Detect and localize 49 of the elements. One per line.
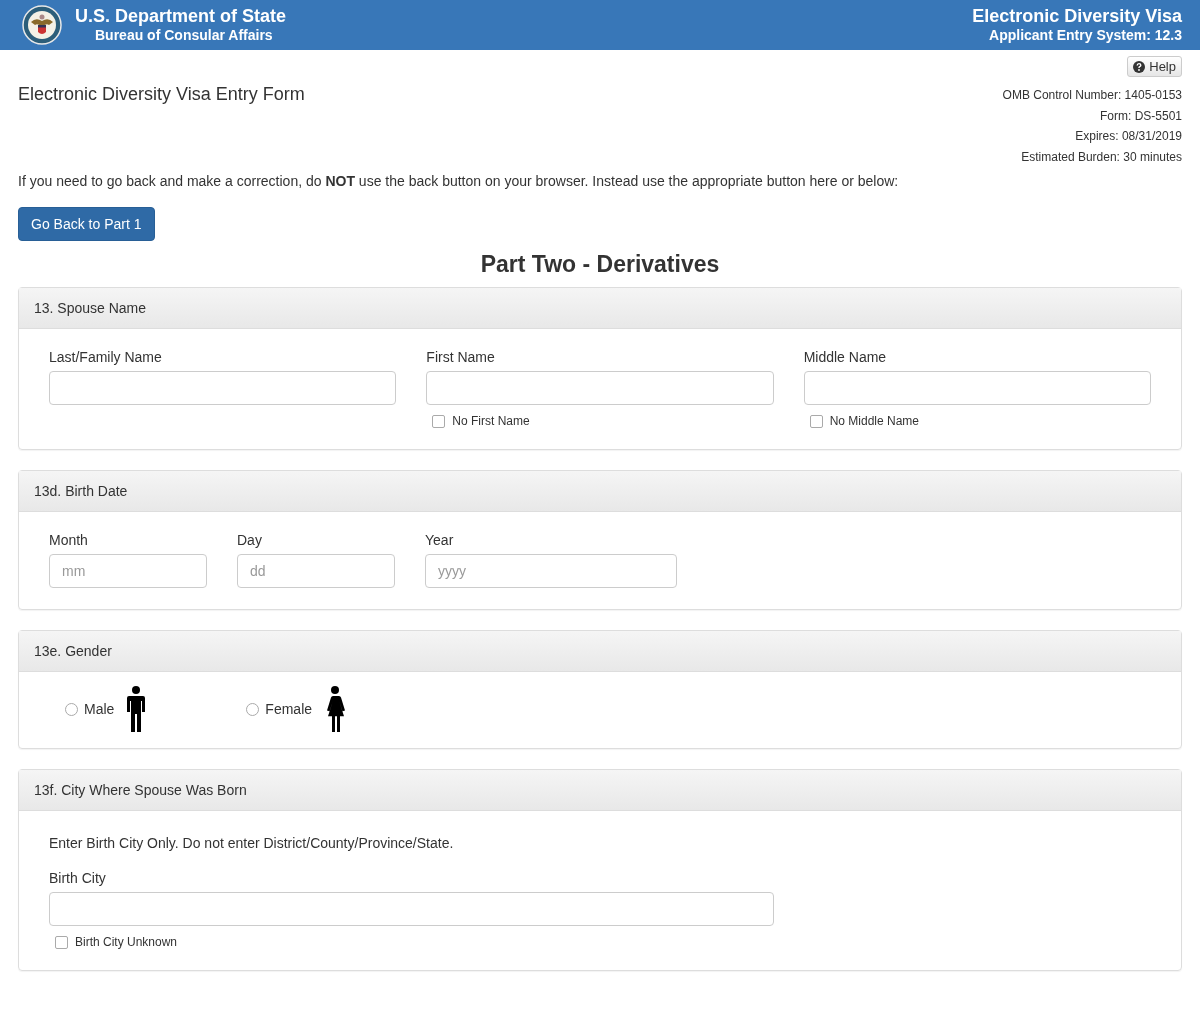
checkbox-option[interactable]: Birth City Unknown (49, 935, 178, 949)
input-field[interactable] (49, 892, 774, 926)
form-info-text: Estimated Burden: 30 minutes (1021, 148, 1182, 166)
form-info-text: Expires: 08/31/2019 (1075, 128, 1182, 145)
field-label: Middle Name (803, 349, 888, 365)
part-title: Part Two - Derivatives (479, 251, 721, 278)
field-label: Last/Family Name (49, 349, 163, 365)
checkbox-label: No First Name (452, 414, 530, 428)
input-field[interactable]: yyyy (425, 554, 677, 588)
notice-text: If you need to go back and make a correction, do NOT use the back button on your browser. Instead use the appropriate button here or below: (18, 173, 900, 189)
input-field[interactable]: mm (49, 554, 207, 588)
system-title: Electronic Diversity Visa (972, 6, 1182, 27)
checkbox[interactable] (55, 935, 68, 949)
input-field[interactable] (803, 371, 1151, 405)
man-icon (126, 686, 147, 732)
radio-label: Female (265, 701, 313, 717)
input-field[interactable]: dd (237, 554, 395, 588)
input-field[interactable] (426, 371, 774, 405)
radio-button[interactable] (246, 702, 260, 716)
section-heading: 13f. City Where Spouse Was Born (19, 770, 1181, 811)
checkbox-label: Birth City Unknown (75, 935, 178, 949)
checkbox-label: No Middle Name (829, 414, 920, 428)
field-label: Year (425, 532, 455, 548)
field-label: Birth City (49, 870, 107, 886)
radio-label: Male (84, 701, 115, 717)
field-label: Day (237, 532, 263, 548)
field-label: Month (49, 532, 89, 548)
department-title: U.S. Department of State (75, 6, 287, 27)
form-title: Electronic Diversity Visa Entry Form (18, 84, 305, 106)
form-info-text: Form: DS-5501 (1099, 107, 1182, 125)
field-label: First Name (426, 349, 496, 365)
system-version: Applicant Entry System: 12.3 (988, 27, 1182, 44)
radio-button[interactable] (65, 702, 78, 716)
section-heading: 13e. Gender (19, 631, 1181, 672)
checkbox-option[interactable]: No Middle Name (803, 414, 920, 428)
form-info-text: OMB Control Number: 1405-0153 (1002, 87, 1182, 104)
checkbox[interactable] (809, 414, 823, 428)
question-icon (1133, 60, 1146, 73)
hint-text: Enter Birth City Only. Do not enter District/County/Province/State. (49, 835, 455, 851)
checkbox[interactable] (432, 414, 446, 428)
bureau-subtitle: Bureau of Consular Affairs (94, 27, 274, 44)
help-button[interactable]: Help (1127, 56, 1182, 77)
woman-icon (324, 686, 347, 732)
checkbox-option[interactable]: No First Name (426, 414, 530, 428)
section-heading: 13. Spouse Name (19, 288, 1181, 329)
input-field[interactable] (49, 371, 397, 405)
go-back-button[interactable]: Go Back to Part 1 (18, 207, 155, 241)
section-heading: 13d. Birth Date (19, 471, 1181, 512)
seal-icon (22, 5, 62, 45)
